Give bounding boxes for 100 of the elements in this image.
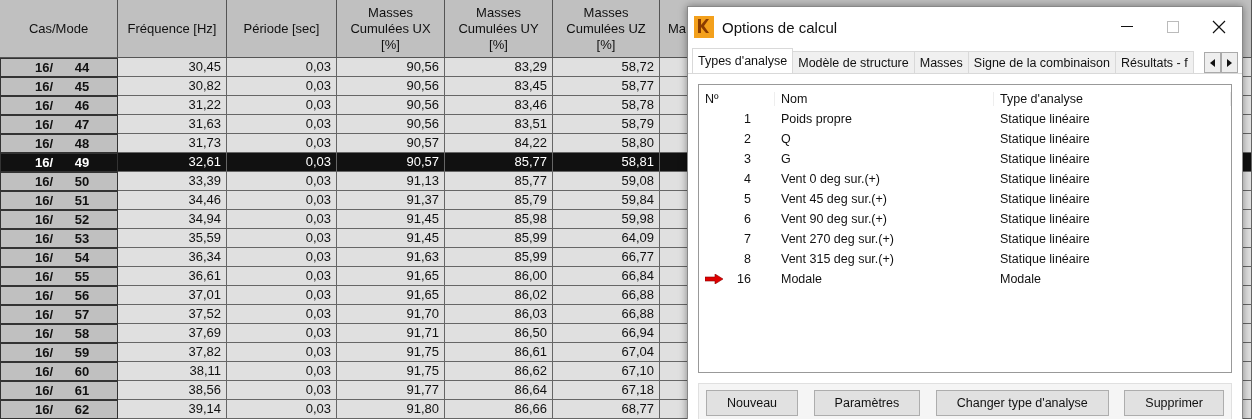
row-header[interactable]: 16/ 44 [0, 58, 118, 77]
row-header[interactable]: 16/ 54 [0, 248, 118, 267]
right-arrow-icon [1226, 58, 1233, 67]
table-cell: 0,03 [227, 58, 337, 77]
row-header[interactable]: 16/ 52 [0, 210, 118, 229]
row-header[interactable]: 16/ 58 [0, 324, 118, 343]
scroll-left-button[interactable] [1204, 52, 1221, 73]
table-cell: 0,03 [227, 381, 337, 400]
row-header[interactable]: 16/ 51 [0, 191, 118, 210]
window-title: Options de calcul [722, 18, 839, 36]
dialog-button[interactable]: Supprimer [1124, 390, 1224, 416]
list-cell-text: Modale [999, 272, 1042, 286]
table-cell: 37,82 [118, 343, 227, 362]
table-cell: 85,99 [445, 248, 553, 267]
table-cell: 59,84 [553, 191, 660, 210]
table-cell: 91,75 [337, 362, 445, 381]
column-header[interactable]: Cas/Mode [0, 0, 118, 58]
table-cell: 91,45 [337, 229, 445, 248]
table-cell: 34,46 [118, 191, 227, 210]
list-cell-text: Statique linéaire [999, 112, 1091, 126]
list-cell-text: Statique linéaire [999, 212, 1091, 226]
list-cell-text: G [780, 152, 792, 166]
table-cell: 85,98 [445, 210, 553, 229]
table-cell: 37,52 [118, 305, 227, 324]
row-header[interactable]: 16/ 61 [0, 381, 118, 400]
row-header[interactable]: 16/ 48 [0, 134, 118, 153]
table-cell: 85,77 [445, 153, 553, 172]
tab[interactable]: Types d'analyse [692, 48, 794, 73]
column-header[interactable]: Masses Cumulées UY [%] [445, 0, 553, 58]
tab[interactable]: Masses [913, 51, 969, 73]
scroll-right-button[interactable] [1221, 52, 1238, 73]
close-icon[interactable] [1212, 20, 1226, 34]
table-cell: 35,59 [118, 229, 227, 248]
table-cell: 67,18 [553, 381, 660, 400]
row-header[interactable]: 16/ 46 [0, 96, 118, 115]
row-header[interactable]: 16/ 49 [0, 153, 118, 172]
table-cell: 58,79 [553, 115, 660, 134]
app-logo-icon [694, 16, 714, 38]
row-header[interactable]: 16/ 60 [0, 362, 118, 381]
table-cell: 91,71 [337, 324, 445, 343]
table-cell: 31,63 [118, 115, 227, 134]
list-cell-text: 1 [743, 112, 751, 126]
table-cell: 0,03 [227, 229, 337, 248]
table-cell: 86,03 [445, 305, 553, 324]
table-cell: 86,50 [445, 324, 553, 343]
list-cell-text: 16 [736, 272, 751, 286]
list-cell-text: Vent 0 deg sur.(+) [780, 172, 882, 186]
column-header[interactable]: Masses Cumulées UX [%] [337, 0, 445, 58]
list-cell-text: 8 [743, 252, 751, 266]
table-cell: 91,37 [337, 191, 445, 210]
row-header[interactable]: 16/ 45 [0, 77, 118, 96]
table-cell: 32,61 [118, 153, 227, 172]
table-cell: 30,45 [118, 58, 227, 77]
column-header[interactable]: Nº [699, 92, 775, 106]
table-cell: 58,78 [553, 96, 660, 115]
table-cell: 83,46 [445, 96, 553, 115]
list-cell-text: Vent 270 deg sur.(+) [780, 232, 895, 246]
list-cell-text: Statique linéaire [999, 152, 1091, 166]
row-header[interactable]: 16/ 57 [0, 305, 118, 324]
table-cell: 90,56 [337, 77, 445, 96]
row-header[interactable]: 16/ 62 [0, 400, 118, 419]
table-cell: 66,77 [553, 248, 660, 267]
table-cell: 91,13 [337, 172, 445, 191]
table-cell: 85,77 [445, 172, 553, 191]
row-header[interactable]: 16/ 59 [0, 343, 118, 362]
table-cell: 58,72 [553, 58, 660, 77]
table-cell: 64,09 [553, 229, 660, 248]
dialog-button[interactable]: Nouveau [706, 390, 799, 416]
column-header[interactable]: Fréquence [Hz] [118, 0, 227, 58]
dialog-button[interactable]: Changer type d'analyse [935, 390, 1109, 416]
table-cell: 91,45 [337, 210, 445, 229]
row-header[interactable]: 16/ 50 [0, 172, 118, 191]
tab[interactable]: Résultats - f [1115, 51, 1194, 73]
minimize-icon[interactable] [1121, 26, 1133, 28]
column-header[interactable]: Nom [775, 92, 994, 106]
table-cell: 30,82 [118, 77, 227, 96]
list-cell-text: 5 [743, 192, 751, 206]
table-cell: 0,03 [227, 191, 337, 210]
column-header[interactable]: Type d'analyse [994, 92, 1231, 106]
list-cell-text: Q [780, 132, 792, 146]
row-header[interactable]: 16/ 55 [0, 267, 118, 286]
row-header[interactable]: 16/ 47 [0, 115, 118, 134]
table-cell: 83,45 [445, 77, 553, 96]
column-header[interactable]: Période [sec] [227, 0, 337, 58]
column-header[interactable]: Masses Cumulées UZ [%] [553, 0, 660, 58]
dialog-button[interactable]: Paramètres [813, 390, 921, 416]
table-cell: 68,77 [553, 400, 660, 419]
table-cell: 66,88 [553, 286, 660, 305]
table-cell: 0,03 [227, 172, 337, 191]
table-cell: 90,56 [337, 58, 445, 77]
table-cell: 86,66 [445, 400, 553, 419]
table-cell: 0,03 [227, 210, 337, 229]
tab[interactable]: Modèle de structure [792, 51, 915, 73]
tab[interactable]: Signe de la combinaison [967, 51, 1116, 73]
table-cell: 0,03 [227, 400, 337, 419]
row-header[interactable]: 16/ 53 [0, 229, 118, 248]
table-cell: 38,56 [118, 381, 227, 400]
list-cell-text: Statique linéaire [999, 172, 1091, 186]
table-cell: 91,75 [337, 343, 445, 362]
row-header[interactable]: 16/ 56 [0, 286, 118, 305]
